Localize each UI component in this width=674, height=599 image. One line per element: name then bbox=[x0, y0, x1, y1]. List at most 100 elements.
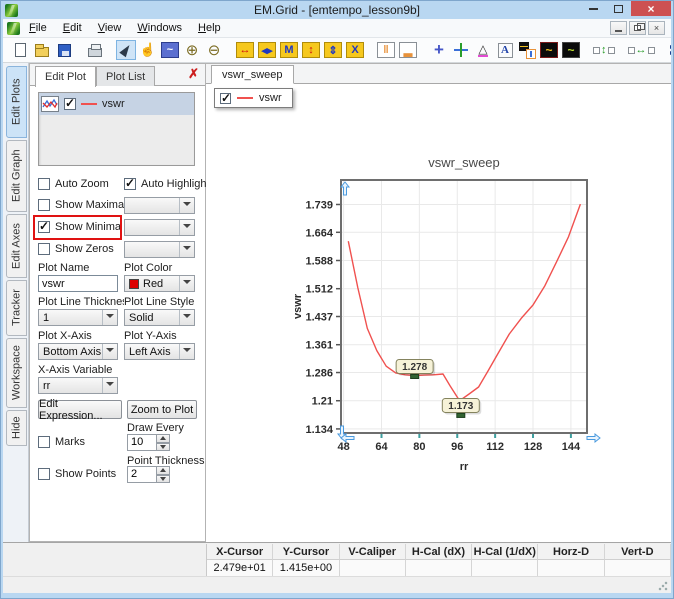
tab-edit-axes[interactable]: Edit Axes bbox=[6, 214, 27, 278]
point-thickness-spinner[interactable]: 2 bbox=[127, 466, 170, 483]
tab-hide[interactable]: Hide bbox=[6, 410, 27, 446]
window-status-strip bbox=[3, 576, 671, 593]
show-maxima-checkbox[interactable] bbox=[38, 199, 50, 211]
plot-view-icon[interactable]: ~ bbox=[160, 40, 180, 60]
expand-y-icon[interactable]: ↕ bbox=[301, 40, 321, 60]
plot-list-item[interactable]: vswr bbox=[39, 93, 194, 115]
plot-x-axis-dropdown[interactable]: Bottom Axis bbox=[38, 343, 118, 360]
match-x-icon[interactable]: M bbox=[279, 40, 299, 60]
x-tick-label: 112 bbox=[486, 441, 504, 453]
y-axis-label: vswr bbox=[292, 293, 304, 319]
cursor-cross-icon[interactable]: + bbox=[429, 40, 449, 60]
plot-item-checkbox[interactable] bbox=[64, 98, 76, 110]
auto-zoom-checkbox[interactable] bbox=[38, 178, 50, 190]
graph-tab-bar: vswr_sweep bbox=[206, 64, 673, 84]
auto-highlight-checkbox[interactable] bbox=[124, 178, 136, 190]
match-y-icon[interactable]: X bbox=[345, 40, 365, 60]
mdi-minimize-button[interactable] bbox=[610, 21, 627, 35]
eye-diagram-icon[interactable]: ~ bbox=[539, 40, 559, 60]
spinner-up-icon[interactable] bbox=[157, 466, 170, 475]
zoom-out-icon[interactable]: ⊖ bbox=[204, 40, 224, 60]
horizontal-caliper-icon[interactable]: ▂ bbox=[398, 40, 418, 60]
menu-view[interactable]: View bbox=[91, 20, 129, 36]
series-line-vswr bbox=[348, 204, 580, 401]
status-value-cell: 1.415e+00 bbox=[273, 560, 339, 576]
print-icon[interactable] bbox=[85, 40, 105, 60]
zoom-in-icon[interactable]: ⊕ bbox=[182, 40, 202, 60]
draw-every-spinner[interactable]: 10 bbox=[127, 434, 170, 451]
y-tick-label: 1.361 bbox=[305, 340, 333, 352]
close-button[interactable]: × bbox=[631, 1, 671, 16]
tab-vswr-sweep[interactable]: vswr_sweep bbox=[211, 65, 294, 84]
edit-expression-button[interactable]: Edit Expression... bbox=[38, 400, 122, 419]
distribute-vertical-icon[interactable]: ↕ bbox=[592, 40, 616, 60]
plot-y-axis-dropdown[interactable]: Left Axis bbox=[124, 343, 195, 360]
show-zeros-checkbox[interactable] bbox=[38, 243, 50, 255]
marks-checkbox[interactable] bbox=[38, 436, 50, 448]
menu-windows[interactable]: Windows bbox=[130, 20, 189, 36]
spinner-down-icon[interactable] bbox=[157, 443, 170, 452]
zoom-to-plot-button[interactable]: Zoom to Plot bbox=[127, 400, 197, 419]
status-value-cell bbox=[340, 560, 406, 576]
show-maxima-dropdown[interactable] bbox=[124, 197, 195, 214]
pointer-tool-icon[interactable] bbox=[116, 40, 136, 60]
legend-checkbox[interactable] bbox=[220, 93, 231, 104]
text-annotation-icon[interactable]: A bbox=[495, 40, 515, 60]
mdi-restore-button[interactable] bbox=[629, 21, 646, 35]
plot-thumbnail-icon bbox=[41, 96, 59, 112]
spinner-down-icon[interactable] bbox=[157, 475, 170, 484]
open-icon[interactable] bbox=[32, 40, 52, 60]
spectrum-plot-icon[interactable]: ~ bbox=[561, 40, 581, 60]
menu-file[interactable]: File bbox=[22, 20, 54, 36]
shrink-x-icon[interactable]: ◂▸ bbox=[257, 40, 277, 60]
y-tick-label: 1.286 bbox=[305, 368, 333, 380]
vswr-sweep-chart[interactable]: 1.1341.211.2861.3611.4371.5121.5881.6641… bbox=[281, 142, 621, 487]
show-points-label: Show Points bbox=[55, 468, 116, 480]
show-points-checkbox[interactable] bbox=[38, 468, 50, 480]
tab-edit-graph[interactable]: Edit Graph bbox=[6, 140, 27, 212]
caliper-triangle-icon[interactable]: △ bbox=[473, 40, 493, 60]
plot-list-box[interactable]: vswr bbox=[38, 92, 195, 166]
resize-grip-icon[interactable] bbox=[658, 581, 668, 591]
minimize-button[interactable] bbox=[581, 1, 606, 16]
menu-help[interactable]: Help bbox=[191, 20, 228, 36]
distribute-horizontal-icon[interactable]: ↔ bbox=[627, 40, 656, 60]
show-zeros-dropdown[interactable] bbox=[124, 241, 195, 258]
plot-legend: vswr bbox=[214, 88, 293, 108]
menu-edit[interactable]: Edit bbox=[56, 20, 89, 36]
line-style-dropdown[interactable]: Solid bbox=[124, 309, 195, 326]
pan-hand-icon[interactable]: ☝ bbox=[138, 40, 158, 60]
plot-color-dropdown[interactable]: Red bbox=[124, 275, 195, 292]
show-maxima-row: Show Maxima bbox=[38, 199, 124, 211]
tab-tracker[interactable]: Tracker bbox=[6, 280, 27, 336]
expand-x-icon[interactable]: ↔ bbox=[235, 40, 255, 60]
status-header-cell: V-Caliper bbox=[340, 544, 406, 560]
spinner-up-icon[interactable] bbox=[157, 434, 170, 443]
line-thickness-label: Plot Line Thickness bbox=[38, 296, 133, 308]
tab-edit-plots[interactable]: Edit Plots bbox=[6, 66, 27, 138]
show-minima-dropdown[interactable] bbox=[124, 219, 195, 236]
x-tick-label: 64 bbox=[375, 441, 388, 453]
x-axis-variable-dropdown[interactable]: rr bbox=[38, 377, 118, 394]
vertical-caliper-icon[interactable]: ‖ bbox=[376, 40, 396, 60]
save-icon[interactable] bbox=[54, 40, 74, 60]
status-value-row: 2.479e+011.415e+00 bbox=[207, 560, 671, 576]
axis-pan-up-icon bbox=[341, 182, 349, 195]
x-tick-label: 144 bbox=[562, 441, 581, 453]
shrink-y-icon[interactable]: ⇕ bbox=[323, 40, 343, 60]
tab-workspace[interactable]: Workspace bbox=[6, 338, 27, 408]
maximize-button[interactable] bbox=[606, 1, 631, 16]
axes-tool-icon[interactable] bbox=[451, 40, 471, 60]
x-tick-label: 48 bbox=[337, 441, 349, 453]
new-document-icon[interactable] bbox=[10, 40, 30, 60]
inset-plot-icon[interactable] bbox=[517, 40, 537, 60]
panel-close-icon[interactable]: ✗ bbox=[188, 67, 199, 80]
tab-plot-list[interactable]: Plot List bbox=[96, 66, 155, 86]
mdi-close-button[interactable]: × bbox=[648, 21, 665, 35]
toolbar: ☝ ~ ⊕ ⊖ ↔ ◂▸ M ↕ ⇕ X ‖ ▂ + △ A ~ ~ ↕ ↔ L… bbox=[3, 38, 671, 63]
plot-name-input[interactable] bbox=[38, 275, 118, 292]
graph-panel: vswr_sweep vswr 1.1341.211.2861.3611.437… bbox=[206, 63, 673, 542]
line-thickness-dropdown[interactable]: 1 bbox=[38, 309, 118, 326]
tab-edit-plot[interactable]: Edit Plot bbox=[35, 66, 96, 87]
marks-label: Marks bbox=[55, 436, 85, 448]
